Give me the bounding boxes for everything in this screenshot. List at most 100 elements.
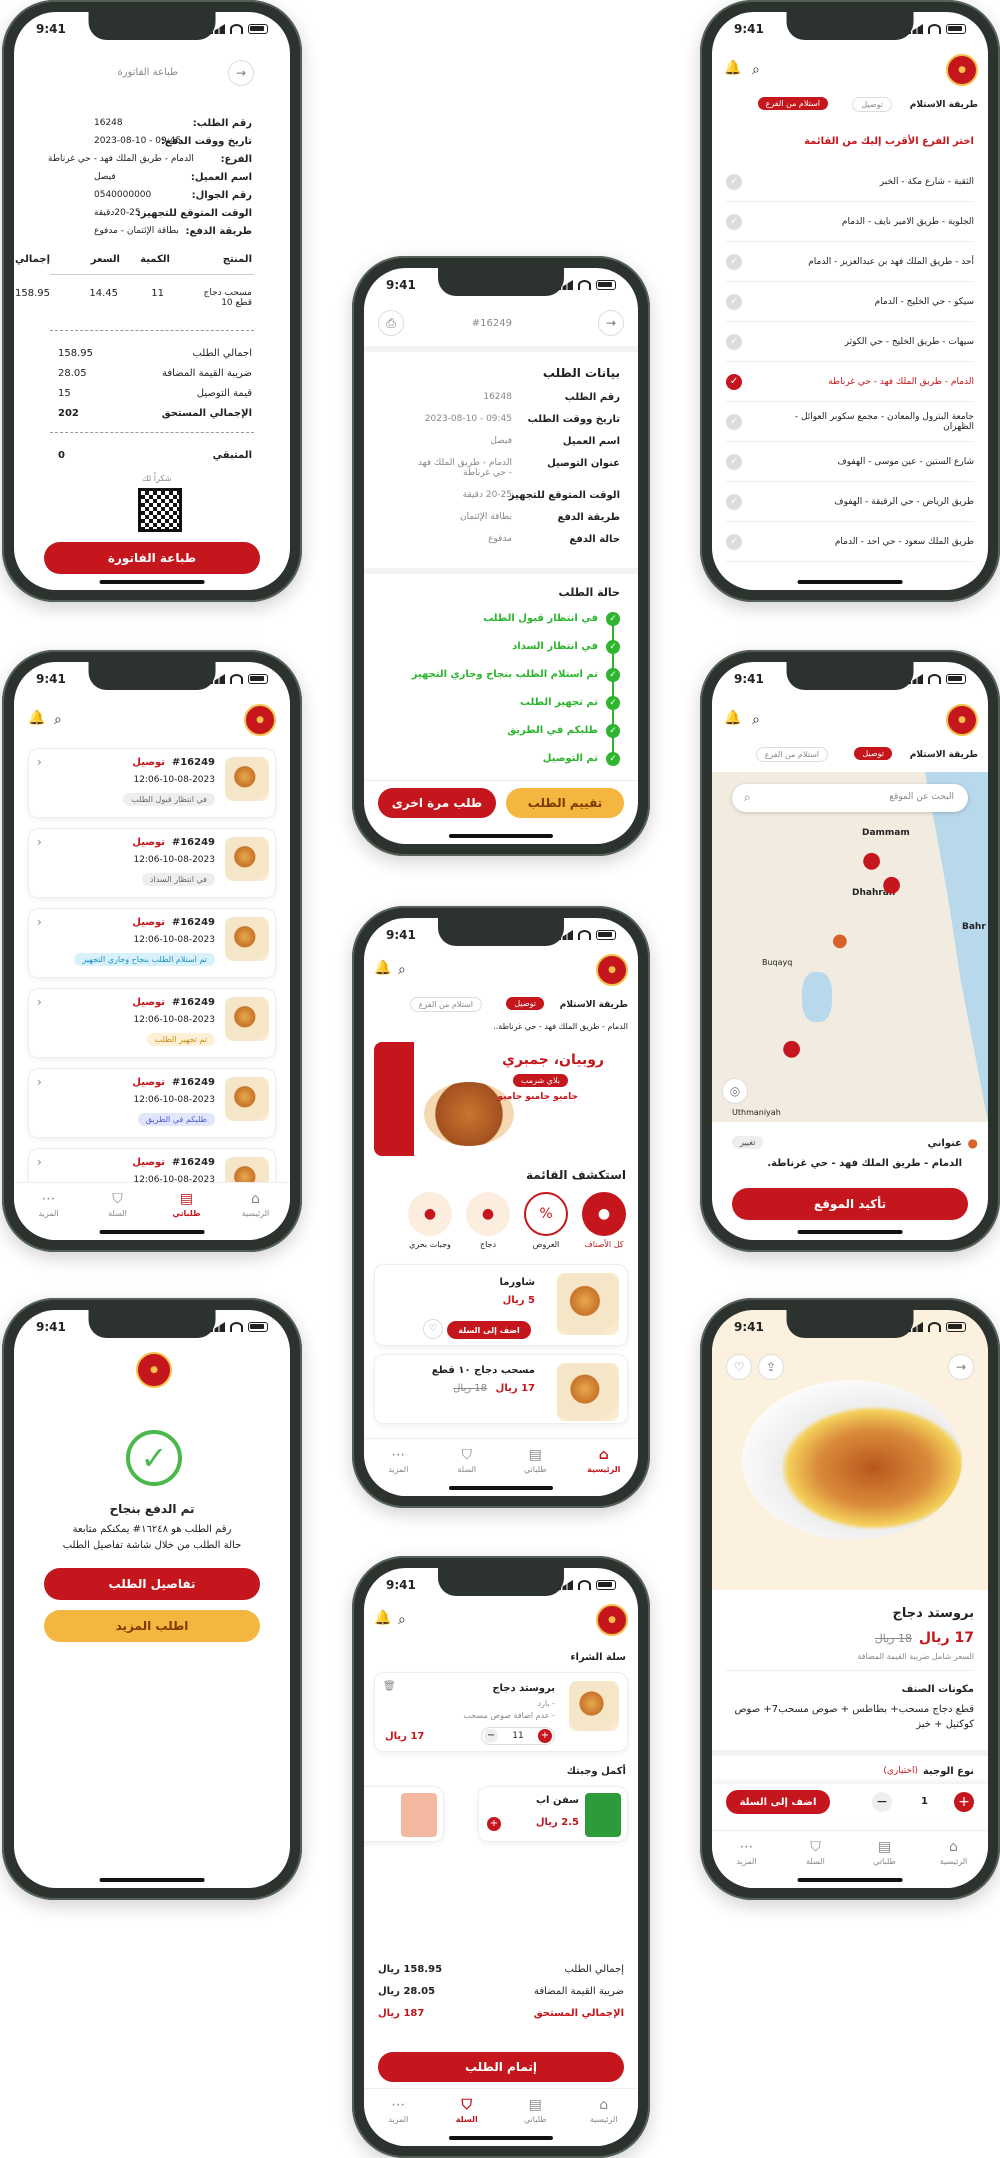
category-label: وجبات بحري bbox=[409, 1240, 451, 1249]
order-card[interactable]: #16249 توصيل 12:06-10-08-2023 تم تجهيز الطل… bbox=[28, 988, 276, 1058]
order-card[interactable]: #16249 توصيل 12:06-10-08-2023 تم استلام الط… bbox=[28, 908, 276, 978]
tab-more[interactable]: ⋯ المزيد bbox=[24, 1191, 74, 1240]
delivery-toggle[interactable]: توصيل bbox=[506, 997, 544, 1010]
branch-item[interactable]: طريق الملك سعود - حي احد - الدمام ✓ bbox=[726, 522, 974, 562]
plus-icon[interactable]: + bbox=[538, 1729, 552, 1743]
change-address-button[interactable]: تغيير bbox=[732, 1136, 764, 1149]
minus-button[interactable]: − bbox=[872, 1792, 892, 1812]
product-card[interactable]: مسحب دجاج ١٠ قطع 17 ريال 18 ريال bbox=[374, 1354, 628, 1424]
clock: 9:41 bbox=[386, 278, 416, 292]
brand-logo: ● bbox=[946, 704, 978, 736]
upsell-item[interactable]: سفن اب 2.5 ريال + bbox=[478, 1786, 628, 1842]
current-location-pin-icon[interactable]: ● bbox=[832, 930, 848, 951]
branch-item[interactable]: طريق الرياض - حي الرقيقة - الهفوف ✓ bbox=[726, 482, 974, 522]
back-arrow-icon[interactable]: → bbox=[228, 60, 254, 86]
cart-item-option: - بارد bbox=[537, 1699, 555, 1708]
home-indicator bbox=[448, 834, 554, 838]
order-details-button[interactable]: تفاصيل الطلب bbox=[44, 1568, 260, 1600]
branch-item[interactable]: سيهات - طريق الخليج - حي الكوثر ✓ bbox=[726, 322, 974, 362]
brand-logo: ● bbox=[596, 954, 628, 986]
promo-banner[interactable]: روبيان، جمبري بلاي شرمب جامبو جامبو جامب… bbox=[374, 1042, 628, 1156]
tab-label: المزيد bbox=[38, 1209, 59, 1218]
notification-bell-icon[interactable]: 🔔 bbox=[28, 710, 45, 726]
more-icon: ⋯ bbox=[739, 1839, 754, 1855]
locate-me-icon[interactable]: ◎ bbox=[722, 1078, 748, 1104]
tab-home[interactable]: ⌂ الرئيسية bbox=[579, 1447, 629, 1496]
signal-icon bbox=[557, 280, 573, 290]
quantity-stepper[interactable]: + 11 − bbox=[481, 1727, 555, 1745]
minus-icon[interactable]: − bbox=[484, 1729, 499, 1743]
add-to-cart-button[interactable]: اضف إلى السلة bbox=[447, 1321, 531, 1339]
branch-item[interactable]: الجلوية - طريق الامير نايف - الدمام ✓ bbox=[726, 202, 974, 242]
wifi-icon bbox=[578, 280, 591, 290]
print-invoice-button[interactable]: طباعة الفاتورة bbox=[44, 542, 260, 574]
branch-item[interactable]: جامعة البترول والمعادن - مجمع سكوبر العو… bbox=[726, 402, 974, 442]
tab-home[interactable]: ⌂ الرئيسية bbox=[929, 1839, 979, 1888]
tab-home[interactable]: ⌂ الرئيسية bbox=[231, 1191, 281, 1240]
plus-button[interactable]: + bbox=[954, 1792, 974, 1812]
order-more-button[interactable]: اطلب المزيد bbox=[44, 1610, 260, 1642]
map-pin-icon[interactable]: ● bbox=[862, 848, 881, 873]
tab-label: طلباتي bbox=[873, 1857, 896, 1866]
dessert-image bbox=[401, 1793, 437, 1837]
category-icon[interactable]: ● bbox=[466, 1192, 510, 1236]
notification-bell-icon[interactable]: 🔔 bbox=[374, 960, 391, 976]
wifi-icon bbox=[230, 24, 243, 34]
reorder-button[interactable]: طلب مرة اخرى bbox=[378, 788, 496, 818]
map-view[interactable]: Dammam Dhahran Bahr Buqayq Uthmaniyah ● … bbox=[712, 772, 988, 1122]
print-icon[interactable]: ⎙ bbox=[378, 310, 404, 336]
confirm-location-button[interactable]: تأكيد الموقع bbox=[732, 1188, 968, 1220]
branch-item[interactable]: الثقبة - شارع مكة - الخبر ✓ bbox=[726, 162, 974, 202]
chevron-left-icon: ‹ bbox=[37, 915, 42, 929]
map-label: Buqayq bbox=[762, 958, 793, 967]
tab-more[interactable]: ⋯ المزيد bbox=[373, 1447, 423, 1496]
map-search-input[interactable]: البحث عن الموقع ⌕ bbox=[732, 784, 968, 812]
trash-icon[interactable]: 🗑 bbox=[383, 1681, 396, 1692]
notification-bell-icon[interactable]: 🔔 bbox=[374, 1610, 391, 1626]
branch-item[interactable]: سيكو - حي الخليج - الدمام ✓ bbox=[726, 282, 974, 322]
category-icon[interactable]: % bbox=[524, 1192, 568, 1236]
map-pin-icon[interactable]: ● bbox=[882, 872, 901, 897]
product-price: 5 ريال bbox=[502, 1295, 535, 1306]
search-icon[interactable]: ⌕ bbox=[752, 712, 760, 728]
status-step: في انتظار السداد bbox=[512, 641, 598, 652]
order-card[interactable]: #16249 توصيل 12:06-10-08-2023 في انتظار قبو… bbox=[28, 748, 276, 818]
heart-icon[interactable]: ♡ bbox=[423, 1319, 443, 1339]
search-icon[interactable]: ⌕ bbox=[398, 962, 406, 978]
heart-icon[interactable]: ♡ bbox=[726, 1354, 752, 1380]
tab-more[interactable]: ⋯ المزيد bbox=[373, 2097, 423, 2146]
add-to-cart-button[interactable]: اضف إلى السلة bbox=[726, 1790, 830, 1814]
branch-item[interactable]: شارع الستين - عين موسى - الهفوف ✓ bbox=[726, 442, 974, 482]
branch-item[interactable]: أحد - طريق الملك فهد بن عبدالعزيز - الدم… bbox=[726, 242, 974, 282]
pickup-toggle[interactable]: استلام من الفرع bbox=[755, 747, 828, 762]
back-arrow-icon[interactable]: → bbox=[598, 310, 624, 336]
status-step: تم تجهيز الطلب bbox=[519, 697, 598, 708]
order-card[interactable]: #16249 توصيل 12:06-10-08-2023 في انتظار الس… bbox=[28, 828, 276, 898]
battery-icon bbox=[946, 674, 966, 684]
address-text[interactable]: الدمام - طريق الملك فهد - حي غرناطة.. bbox=[493, 1022, 628, 1031]
tab-more[interactable]: ⋯ المزيد bbox=[722, 1839, 772, 1888]
order-card[interactable]: #16249 توصيل 12:06-10-08-2023 طلبكم في الطر… bbox=[28, 1068, 276, 1138]
upsell-item[interactable] bbox=[364, 1786, 444, 1842]
add-icon[interactable]: + bbox=[487, 1817, 501, 1831]
divider bbox=[712, 1750, 988, 1756]
notification-bell-icon[interactable]: 🔔 bbox=[724, 60, 741, 76]
map-pin-icon[interactable]: ● bbox=[782, 1036, 801, 1061]
pickup-toggle[interactable]: استلام من الفرع bbox=[409, 997, 482, 1012]
rate-order-button[interactable]: تقييم الطلب bbox=[506, 788, 624, 818]
category-icon[interactable]: ● bbox=[582, 1192, 626, 1236]
search-icon[interactable]: ⌕ bbox=[752, 62, 760, 78]
search-icon[interactable]: ⌕ bbox=[54, 712, 62, 728]
branch-item[interactable]: الدمام - طريق الملك فهد - حي غرناطة ✓ bbox=[726, 362, 974, 402]
category-icon[interactable]: ● bbox=[408, 1192, 452, 1236]
product-card[interactable]: شاورما 5 ريال اضف إلى السلة ♡ bbox=[374, 1264, 628, 1346]
search-icon[interactable]: ⌕ bbox=[398, 1612, 406, 1628]
checkout-button[interactable]: إتمام الطلب bbox=[378, 2052, 624, 2082]
pickup-toggle[interactable]: استلام من الفرع bbox=[757, 97, 828, 110]
notification-bell-icon[interactable]: 🔔 bbox=[724, 710, 741, 726]
share-icon[interactable]: ⇪ bbox=[758, 1354, 784, 1380]
back-arrow-icon[interactable]: → bbox=[948, 1354, 974, 1380]
delivery-toggle[interactable]: توصيل bbox=[854, 747, 892, 760]
delivery-toggle[interactable]: توصيل bbox=[852, 97, 892, 112]
tab-home[interactable]: ⌂ الرئيسية bbox=[579, 2097, 629, 2146]
